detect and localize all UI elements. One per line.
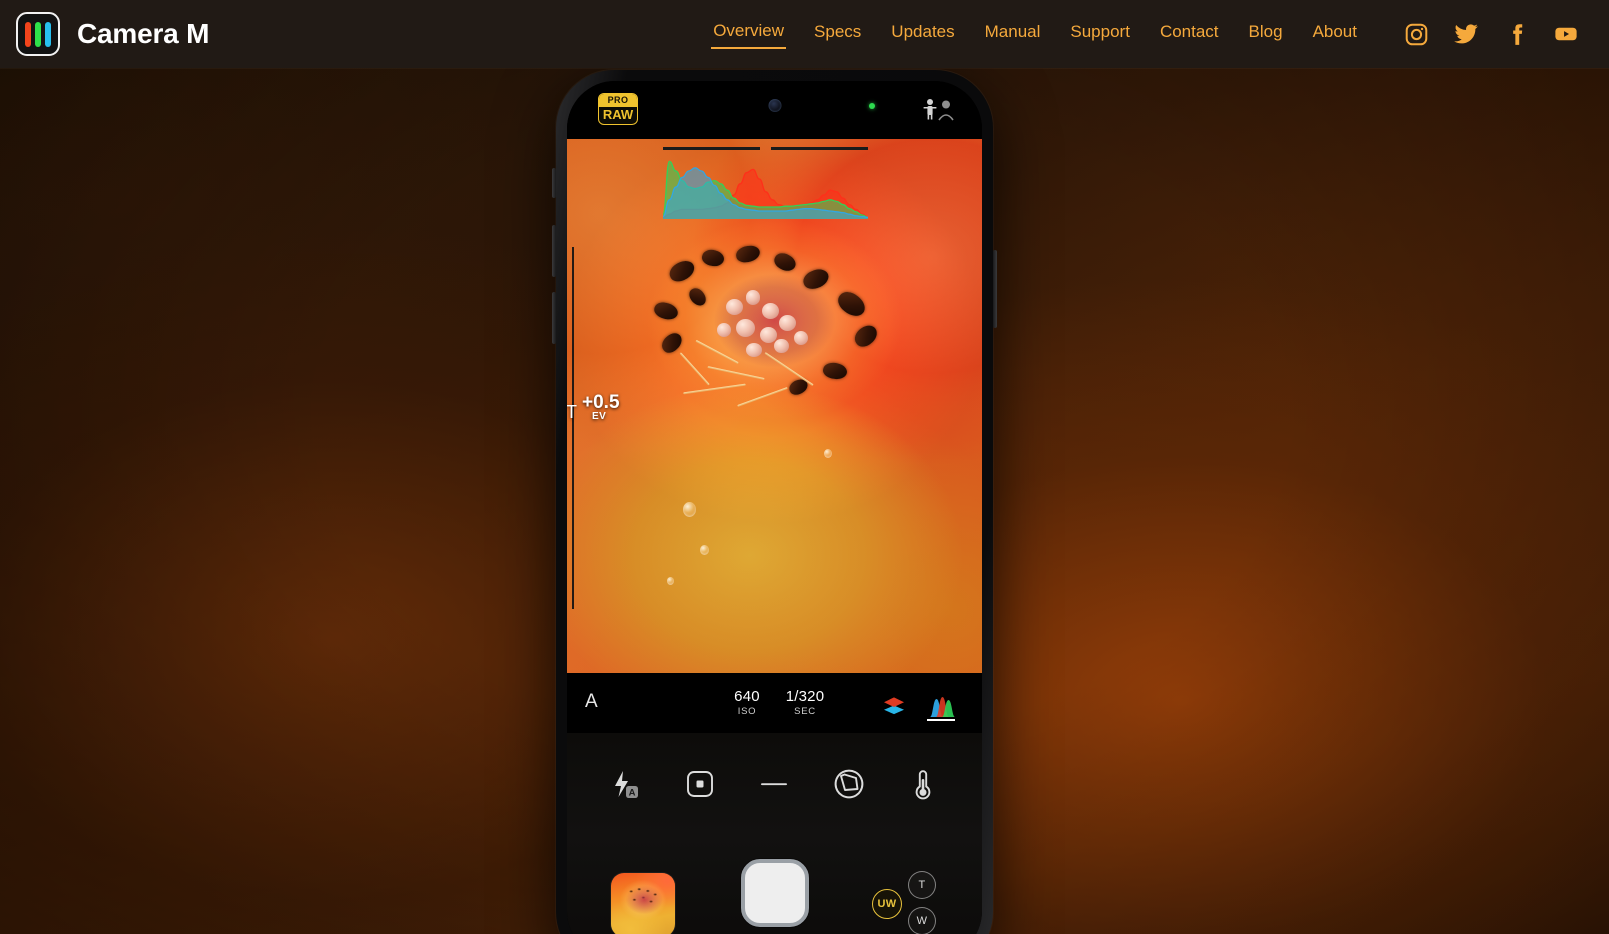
lens-button-ultrawide[interactable]: UW [872, 889, 902, 919]
nav-item-specs[interactable]: Specs [812, 20, 863, 48]
nav-item-blog[interactable]: Blog [1247, 20, 1285, 48]
camera-info-bar: A 640 ISO 1/320 SEC [567, 673, 982, 733]
nav-links: Overview Specs Updates Manual Support Co… [711, 19, 1359, 49]
lens-button-wide[interactable]: W [908, 907, 936, 934]
phone-mockup: PRO RAW T +0.5 EV A 640 ISO 1/320 SEC A … [556, 70, 993, 934]
phone-power-button[interactable] [993, 250, 997, 328]
ev-slider-handle[interactable]: T [567, 403, 577, 421]
phone-volume-down-button[interactable] [552, 292, 556, 344]
flash-auto-icon[interactable]: A [606, 764, 646, 804]
photo-thumbnail-button[interactable] [611, 873, 675, 934]
histogram-toggle-icon[interactable] [927, 693, 957, 719]
lens-selector: T UW W [866, 871, 956, 934]
nav-item-support[interactable]: Support [1068, 20, 1132, 48]
logo-bar-blue [45, 21, 51, 47]
front-camera-icon [768, 99, 781, 112]
facebook-icon[interactable] [1503, 21, 1529, 47]
brand-name: Camera M [77, 18, 210, 49]
proraw-badge-top: PRO [599, 94, 637, 107]
logo-bar-green [35, 21, 41, 47]
shutter-button[interactable] [740, 859, 809, 927]
water-droplet [699, 544, 709, 555]
shutter-label: SEC [794, 705, 816, 717]
lens-button-telephoto[interactable]: T [908, 871, 936, 899]
photo-thumbnail-image [611, 873, 675, 934]
shutter-value: 1/320 [785, 688, 825, 705]
twitter-icon[interactable] [1453, 21, 1479, 47]
camera-controls-row: A [567, 733, 982, 835]
svg-text:A: A [629, 788, 636, 799]
phone-silence-switch[interactable] [552, 168, 556, 198]
mode-indicator[interactable]: A [585, 691, 598, 713]
iso-label: ISO [737, 705, 757, 717]
nav-item-overview[interactable]: Overview [711, 19, 787, 49]
thumbnail-stamens [627, 887, 660, 909]
camera-m-logo-icon [16, 12, 60, 56]
ev-unit-label: EV [592, 411, 607, 422]
flower-stamens [652, 243, 895, 449]
shutter-speed-readout[interactable]: 1/320 SEC [769, 689, 841, 717]
instagram-icon[interactable] [1403, 21, 1429, 47]
nav-item-about[interactable]: About [1311, 20, 1359, 48]
camera-bottom-bar: T UW W [567, 835, 982, 934]
aperture-icon[interactable] [829, 764, 869, 804]
level-line-right [771, 147, 868, 150]
page-root: Camera M Overview Specs Updates Manual S… [0, 0, 1609, 934]
histogram-active-underline [927, 719, 955, 721]
social-links [1403, 21, 1609, 47]
iso-readout[interactable]: 640 ISO [717, 689, 777, 717]
phone-volume-up-button[interactable] [552, 225, 556, 277]
exposure-compensation-slider[interactable]: T +0.5 EV [567, 247, 636, 609]
brand[interactable]: Camera M [0, 12, 209, 56]
exposure-square-icon[interactable] [680, 764, 720, 804]
level-line-left [663, 147, 760, 150]
youtube-icon[interactable] [1553, 21, 1579, 47]
dash-icon[interactable] [754, 764, 794, 804]
layers-stack-icon[interactable] [881, 695, 907, 717]
camera-privacy-dot-icon [869, 103, 875, 109]
ev-slider-track [572, 247, 574, 609]
rgb-histogram-overlay[interactable] [662, 155, 869, 219]
phone-screen: PRO RAW T +0.5 EV A 640 ISO 1/320 SEC A … [567, 81, 982, 934]
white-balance-thermometer-icon[interactable] [903, 764, 943, 804]
nav-item-contact[interactable]: Contact [1158, 20, 1221, 48]
logo-bar-red [25, 21, 31, 47]
water-droplet [666, 576, 674, 585]
nav-item-manual[interactable]: Manual [983, 20, 1043, 48]
camera-viewfinder[interactable]: T +0.5 EV [567, 139, 982, 673]
ev-value: +0.5 [582, 392, 620, 413]
top-navbar: Camera M Overview Specs Updates Manual S… [0, 0, 1609, 68]
portrait-depth-icon[interactable] [920, 97, 956, 123]
level-line [663, 147, 868, 150]
proraw-badge[interactable]: PRO RAW [598, 93, 638, 125]
nav-item-updates[interactable]: Updates [889, 20, 956, 48]
proraw-badge-bottom: RAW [602, 107, 634, 122]
iso-value: 640 [734, 688, 760, 705]
